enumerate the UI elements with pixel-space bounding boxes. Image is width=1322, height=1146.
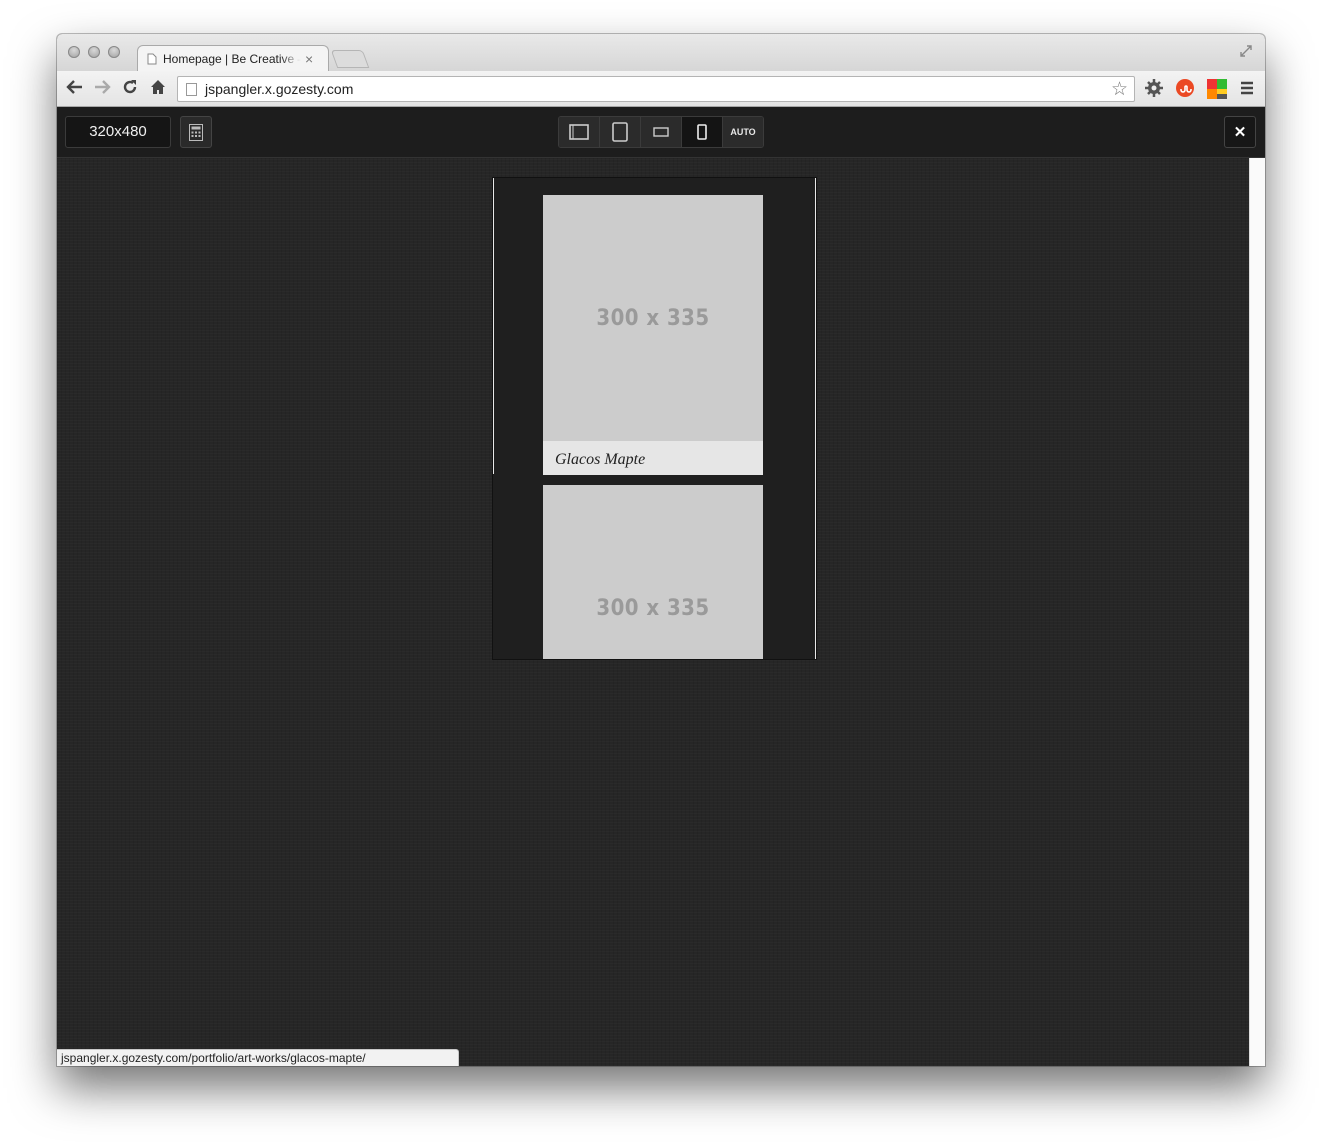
url-text: jspangler.x.gozesty.com xyxy=(205,81,354,97)
close-tester-button[interactable]: ✕ xyxy=(1224,116,1256,148)
browser-window: Homepage | Be Creative – × jspangler.x.g… xyxy=(57,34,1265,1066)
portfolio-card-2[interactable]: 300 x 335 xyxy=(543,485,763,659)
tab-close-icon[interactable]: × xyxy=(305,51,313,67)
zoom-window-button[interactable] xyxy=(108,46,120,58)
forward-icon[interactable] xyxy=(93,78,111,100)
back-icon[interactable] xyxy=(66,78,84,100)
color-extension-icon[interactable] xyxy=(1207,79,1227,99)
viewport-size-field[interactable]: 320x480 xyxy=(65,116,171,148)
title-bar: Homepage | Be Creative – × xyxy=(57,34,1265,72)
minimize-window-button[interactable] xyxy=(88,46,100,58)
desktop-view-icon xyxy=(569,124,589,140)
auto-label: AUTO xyxy=(730,127,756,137)
phone-landscape-icon xyxy=(653,127,669,137)
calculator-button[interactable] xyxy=(180,116,212,148)
reload-icon[interactable] xyxy=(121,78,139,100)
tab-content: Homepage | Be Creative – × xyxy=(147,47,325,71)
phone-landscape-button[interactable] xyxy=(641,117,682,147)
device-selector: AUTO xyxy=(558,116,764,148)
page-viewport: 300 x 335 Glacos Mapte 300 x 335 jspangl… xyxy=(57,158,1250,1066)
calculator-icon xyxy=(189,123,203,141)
bookmark-star-icon[interactable]: ☆ xyxy=(1111,78,1128,101)
tablet-portrait-button[interactable] xyxy=(600,117,641,147)
desktop-view-button[interactable] xyxy=(559,117,600,147)
portfolio-card-1[interactable]: 300 x 335 Glacos Mapte xyxy=(543,195,763,475)
stumbleupon-icon[interactable] xyxy=(1176,79,1194,97)
address-bar[interactable]: jspangler.x.gozesty.com ☆ xyxy=(177,76,1135,102)
device-preview-frame[interactable]: 300 x 335 Glacos Mapte 300 x 335 xyxy=(493,178,816,659)
caption-title[interactable]: Glacos Mapte xyxy=(555,451,645,469)
phone-portrait-icon xyxy=(697,124,707,140)
new-tab-button[interactable] xyxy=(330,50,370,68)
status-bar-url: jspangler.x.gozesty.com/portfolio/art-wo… xyxy=(57,1049,459,1066)
auto-size-button[interactable]: AUTO xyxy=(723,117,763,147)
responsive-tester-bar: 320x480 AUTO ✕ xyxy=(57,107,1265,158)
image-placeholder-2: 300 x 335 xyxy=(596,596,710,621)
page-icon xyxy=(147,53,157,65)
settings-gear-icon[interactable] xyxy=(1145,79,1163,97)
home-icon[interactable] xyxy=(149,78,167,100)
frame-edge xyxy=(493,474,495,659)
image-placeholder-1: 300 x 335 xyxy=(596,306,710,331)
vertical-scrollbar[interactable] xyxy=(1249,158,1265,1066)
tab-title: Homepage | Be Creative – xyxy=(163,52,301,66)
fullscreen-icon[interactable] xyxy=(1239,44,1253,61)
menu-icon[interactable] xyxy=(1239,79,1257,97)
close-window-button[interactable] xyxy=(68,46,80,58)
page-icon xyxy=(186,82,197,96)
browser-toolbar: jspangler.x.gozesty.com ☆ xyxy=(57,71,1265,107)
phone-portrait-button[interactable] xyxy=(682,117,723,147)
tablet-portrait-icon xyxy=(612,122,628,142)
card-caption-1: Glacos Mapte xyxy=(543,441,763,475)
